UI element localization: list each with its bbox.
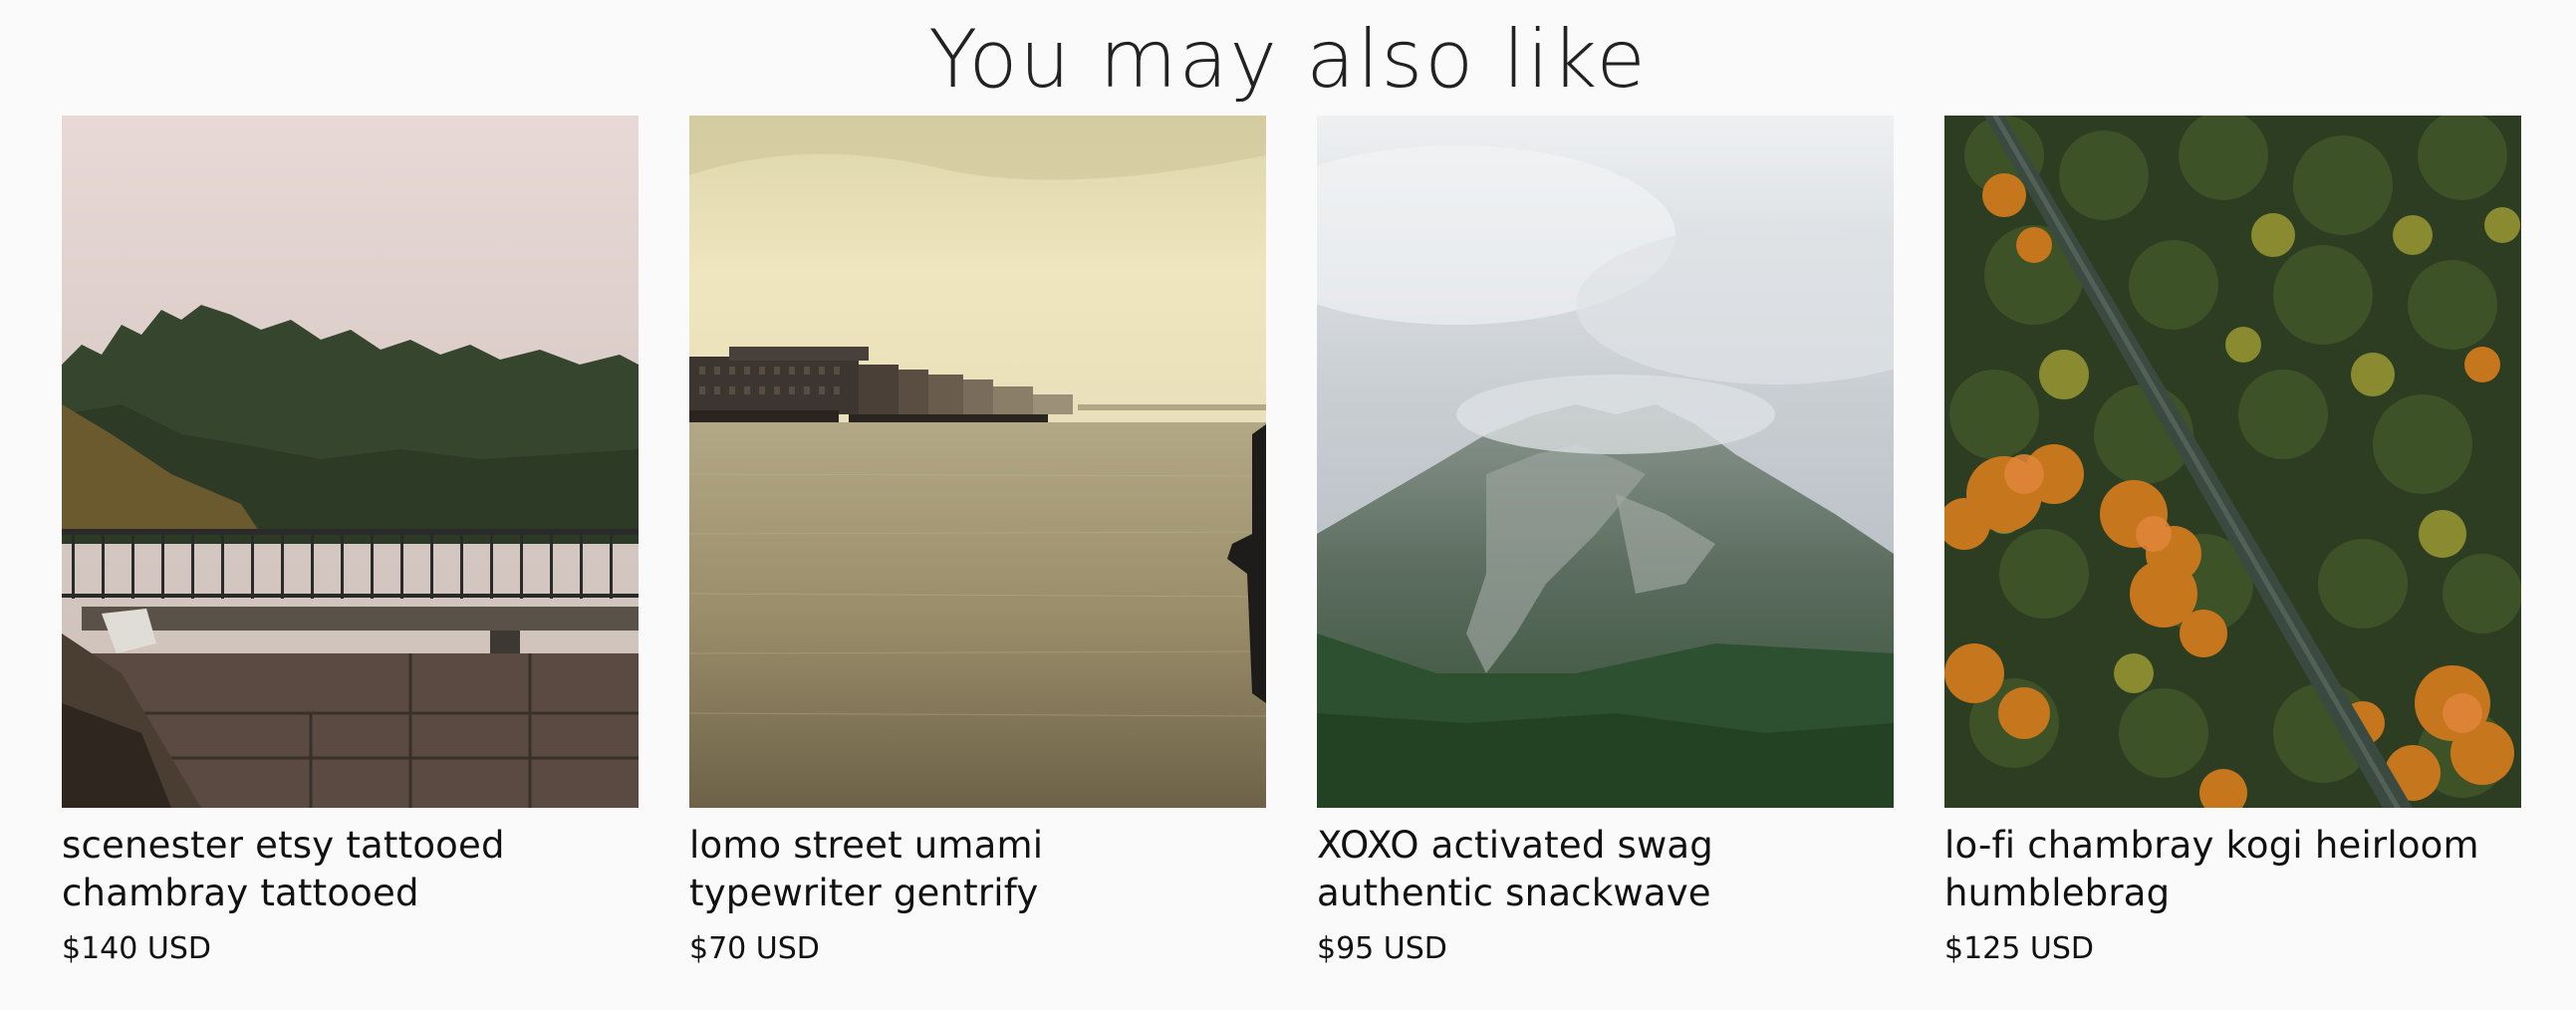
product-price: $70 USD — [689, 931, 820, 966]
product-price: $140 USD — [62, 931, 211, 966]
product-image[interactable] — [689, 116, 1266, 808]
product-name[interactable]: lomo street umami typewriter gentrify — [689, 822, 1247, 917]
product-grid: scenester etsy tattooed chambray tattooe… — [62, 116, 2522, 969]
product-image[interactable] — [1317, 116, 1894, 808]
product-price: $125 USD — [1944, 931, 2094, 966]
product-name[interactable]: XOXO activated swag authentic snackwave — [1317, 822, 1875, 917]
product-card[interactable]: lomo street umami typewriter gentrify $7… — [689, 116, 1266, 969]
product-image[interactable] — [1944, 116, 2521, 808]
section-title: You may also like — [928, 13, 1648, 106]
product-card[interactable]: lo-fi chambray kogi heirloom humblebrag … — [1944, 116, 2521, 969]
product-image[interactable] — [62, 116, 639, 808]
product-card[interactable]: scenester etsy tattooed chambray tattooe… — [62, 116, 639, 969]
product-name[interactable]: scenester etsy tattooed chambray tattooe… — [62, 822, 620, 917]
product-price: $95 USD — [1317, 931, 1447, 966]
product-card[interactable]: XOXO activated swag authentic snackwave … — [1317, 116, 1894, 969]
product-name[interactable]: lo-fi chambray kogi heirloom humblebrag — [1944, 822, 2502, 917]
